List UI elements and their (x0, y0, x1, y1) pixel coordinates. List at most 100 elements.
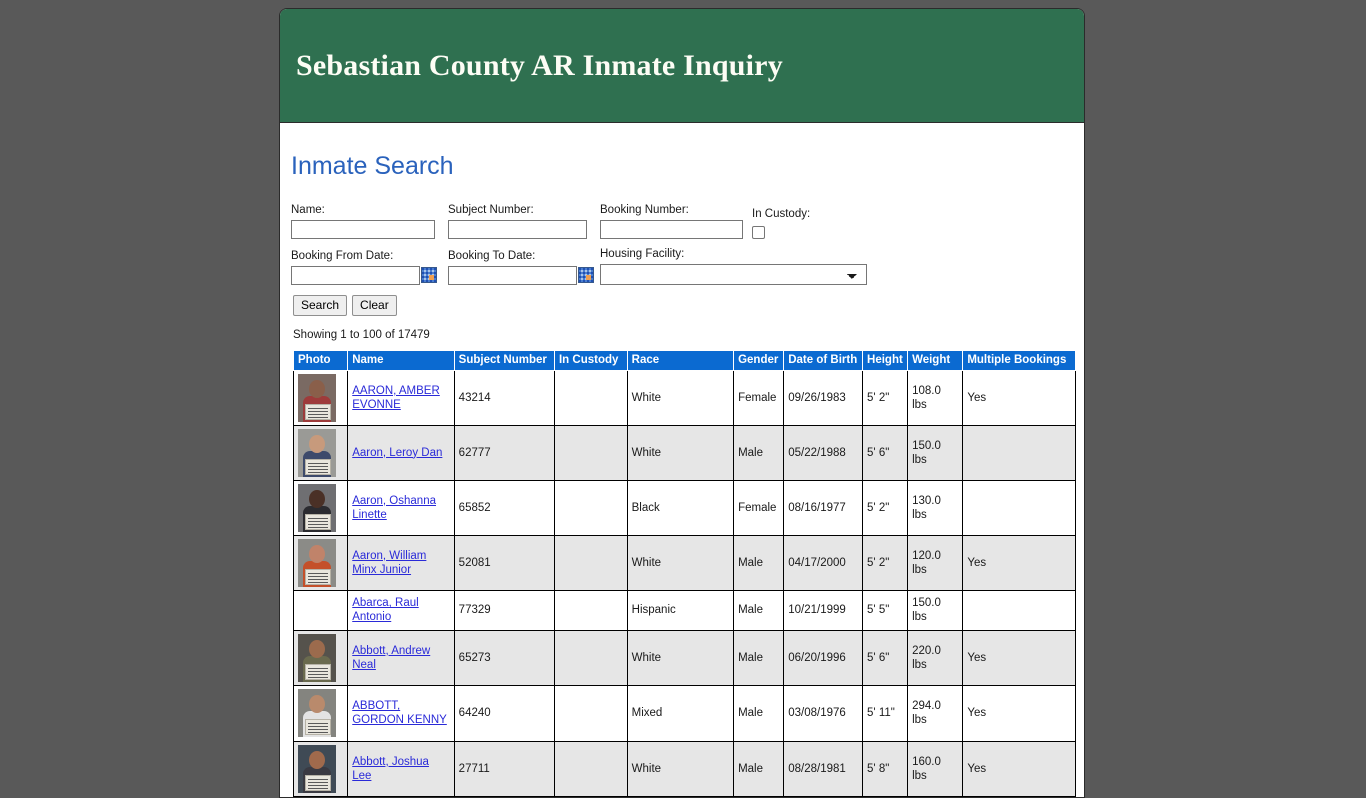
table-row: Abbott, Andrew Neal 65273 White Male 06/20/1… (292, 629, 1076, 686)
inmate-name-cell: ABBOTT, GORDON KENNY (347, 684, 455, 742)
in-custody-label: In Custody: (752, 207, 811, 220)
name-field-group: Name: (291, 203, 448, 239)
site-header: Sebastian County AR Inmate Inquiry (280, 9, 1084, 123)
inmate-subject-number-cell: 77329 (453, 589, 555, 631)
inmate-weight-cell: 130.0 lbs (907, 479, 964, 536)
inmate-photo-cell (292, 684, 349, 742)
inmate-name-link[interactable]: Aaron, William Minx Junior (352, 550, 426, 576)
inmate-date-of-birth-cell: 10/21/1999 (783, 589, 864, 631)
booking-from-date-wrap (291, 265, 448, 285)
inmate-gender-cell: Male (733, 534, 785, 591)
inmate-weight-cell: 150.0 lbs (907, 589, 964, 631)
search-form-row-1: Name: Subject Number: Booking Number: In… (291, 203, 1073, 239)
search-input-booking-number[interactable] (600, 219, 743, 239)
column-header-photo[interactable]: Photo (292, 349, 349, 371)
inmate-date-of-birth-cell: 06/20/1996 (783, 629, 864, 686)
column-header-multiple-bookings[interactable]: Multiple Bookings (962, 349, 1076, 371)
calendar-icon[interactable] (578, 267, 594, 283)
column-header-gender[interactable]: Gender (733, 349, 785, 371)
inmate-height-cell: 5' 6" (862, 629, 909, 686)
table-header: Photo Name Subject Number In Custody Rac… (292, 349, 1076, 371)
column-header-weight[interactable]: Weight (907, 349, 964, 371)
inmate-date-of-birth-cell: 09/26/1983 (783, 369, 864, 426)
inmate-subject-number-cell: 62777 (453, 424, 555, 481)
booking-to-date-label: Booking To Date: (448, 249, 536, 262)
inmate-in-custody-cell (553, 424, 628, 481)
inmate-weight-cell: 160.0 lbs (907, 740, 964, 797)
inmate-subject-number-cell: 43214 (453, 369, 555, 426)
name-label: Name: (291, 203, 325, 216)
table-row: Aaron, Leroy Dan 62777 White Male 05/22/1988… (292, 424, 1076, 481)
search-input-name[interactable] (291, 219, 435, 239)
inmate-gender-cell: Male (733, 684, 785, 742)
inmate-name-link[interactable]: Abbott, Joshua Lee (352, 756, 429, 782)
mugshot-photo (298, 428, 336, 477)
inmate-name-link[interactable]: Abbott, Andrew Neal (352, 645, 430, 671)
inmate-multiple-bookings-cell: Yes (962, 369, 1076, 426)
inmate-weight-cell: 120.0 lbs (907, 534, 964, 591)
inmate-multiple-bookings-cell (962, 424, 1076, 481)
table-row: Aaron, William Minx Junior 52081 White Male… (292, 534, 1076, 591)
inmate-name-link[interactable]: Aaron, Oshanna Linette (352, 495, 436, 521)
search-button[interactable]: Search (293, 294, 348, 316)
table-row: Aaron, Oshanna Linette 65852 Black Female 08… (292, 479, 1076, 536)
mugshot-photo (298, 744, 336, 793)
inmate-date-of-birth-cell: 05/22/1988 (783, 424, 864, 481)
inmate-in-custody-cell (553, 684, 628, 742)
inmate-name-link[interactable]: ABBOTT, GORDON KENNY (352, 700, 447, 726)
inmate-name-cell: Aaron, Oshanna Linette (347, 479, 455, 536)
inmate-results-table: Photo Name Subject Number In Custody Rac… (292, 349, 1076, 797)
inmate-multiple-bookings-cell: Yes (962, 534, 1076, 591)
column-header-in-custody[interactable]: In Custody (553, 349, 628, 371)
calendar-icon[interactable] (421, 267, 437, 283)
inmate-photo-cell (292, 740, 349, 797)
subject-number-field-group: Subject Number: (448, 203, 600, 239)
inmate-photo-cell (292, 424, 349, 481)
column-header-height[interactable]: Height (862, 349, 909, 371)
inmate-height-cell: 5' 2" (862, 534, 909, 591)
inmate-height-cell: 5' 11" (862, 684, 909, 742)
clear-button[interactable]: Clear (352, 294, 397, 316)
inmate-multiple-bookings-cell (962, 589, 1076, 631)
inmate-height-cell: 5' 5" (862, 589, 909, 631)
booking-from-date-field-group: Booking From Date: (291, 249, 448, 285)
search-input-booking-from-date[interactable] (291, 265, 420, 285)
inmate-gender-cell: Male (733, 589, 785, 631)
inmate-height-cell: 5' 2" (862, 369, 909, 426)
inmate-photo-cell (292, 369, 349, 426)
table-row: Abbott, Joshua Lee 27711 White Male 08/28/19… (292, 740, 1076, 797)
column-header-subject-number[interactable]: Subject Number (453, 349, 555, 371)
inmate-name-link[interactable]: Abarca, Raul Antonio (352, 597, 418, 623)
inmate-photo-cell (292, 534, 349, 591)
inmate-multiple-bookings-cell: Yes (962, 629, 1076, 686)
search-input-subject-number[interactable] (448, 219, 587, 239)
inmate-in-custody-cell (553, 479, 628, 536)
inmate-photo-cell (292, 479, 349, 536)
inmate-weight-cell: 220.0 lbs (907, 629, 964, 686)
column-header-name[interactable]: Name (347, 349, 455, 371)
main-content: Inmate Search Name: Subject Number: Book… (280, 152, 1084, 797)
mugshot-photo (298, 538, 336, 587)
inmate-multiple-bookings-cell: Yes (962, 684, 1076, 742)
inmate-gender-cell: Male (733, 424, 785, 481)
inmate-in-custody-cell (553, 534, 628, 591)
search-input-booking-to-date[interactable] (448, 265, 577, 285)
column-header-race[interactable]: Race (626, 349, 735, 371)
inmate-in-custody-cell (553, 589, 628, 631)
inmate-gender-cell: Female (733, 369, 785, 426)
table-body: AARON, AMBER EVONNE 43214 White Female 09/26… (292, 369, 1076, 797)
inmate-subject-number-cell: 64240 (453, 684, 555, 742)
mugshot-photo (298, 689, 336, 737)
inmate-photo-cell (292, 589, 349, 631)
inmate-name-link[interactable]: Aaron, Leroy Dan (352, 447, 442, 459)
in-custody-checkbox[interactable] (752, 225, 765, 239)
inmate-height-cell: 5' 6" (862, 424, 909, 481)
inmate-name-cell: Aaron, William Minx Junior (347, 534, 455, 591)
column-header-date-of-birth[interactable]: Date of Birth (783, 349, 864, 371)
inmate-subject-number-cell: 52081 (453, 534, 555, 591)
inmate-name-cell: Aaron, Leroy Dan (347, 424, 455, 481)
inmate-name-link[interactable]: AARON, AMBER EVONNE (352, 385, 440, 411)
inmate-gender-cell: Male (733, 740, 785, 797)
housing-facility-select[interactable] (600, 263, 867, 285)
booking-number-label: Booking Number: (600, 203, 689, 216)
